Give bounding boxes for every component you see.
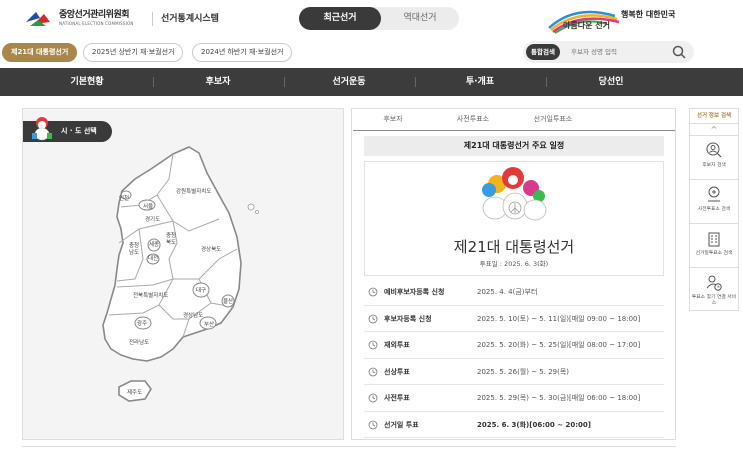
- clock-icon: [368, 340, 378, 350]
- recent-election-tab[interactable]: 최근선거: [299, 7, 381, 30]
- tab-candidates[interactable]: 후보자: [353, 114, 433, 124]
- search-icon[interactable]: [672, 45, 686, 59]
- nec-logo-icon: [26, 12, 50, 26]
- nav-candidates[interactable]: 후보자: [153, 68, 283, 96]
- region-gwangju[interactable]: 광주: [137, 319, 147, 327]
- search-tag: 통합검색: [526, 44, 560, 60]
- election-period-toggle: 최근선거 역대선거: [299, 7, 459, 30]
- subtab-2024-second-half[interactable]: 2024년 하반기 재·보궐선거: [192, 43, 293, 62]
- quick-early-voting-search[interactable]: 사전투표소 검색: [690, 180, 738, 224]
- schedule-item-name: 후보자등록 신청: [384, 314, 432, 323]
- schedule-item-date: 2025. 6. 3(화)[06:00 ~ 20:00]: [477, 420, 591, 429]
- quick-polling-place-service[interactable]: 투표소 찾기 연결 서비스: [690, 268, 738, 312]
- slogan-logo: 아름다운 선거 행복한 대한민국: [545, 6, 680, 34]
- quick-item-label: 후보자 검색: [702, 163, 726, 168]
- subtab-21st-presidential[interactable]: 제21대 대통령선거: [2, 43, 78, 62]
- org-name-en: NATIONAL ELECTION COMMISSION: [59, 20, 134, 26]
- region-gyeongnam[interactable]: 경상남도: [183, 311, 203, 319]
- main-nav: 기본현황 후보자 선거운동 투·개표 당선인: [0, 68, 743, 96]
- clock-icon: [368, 367, 378, 376]
- region-daejeon[interactable]: 대전: [148, 254, 158, 262]
- schedule-item-date: 2025. 4. 4(금)부터: [477, 288, 538, 296]
- nav-campaign[interactable]: 선거운동: [284, 68, 414, 96]
- election-banner: 제21대 대통령선거 투표일 : 2025. 6. 3(화): [364, 161, 664, 276]
- past-election-tab[interactable]: 역대선거: [381, 7, 459, 30]
- region-gyeongbuk[interactable]: 경상북도: [201, 245, 221, 253]
- schedule-item-name: 예비후보자등록 신청: [384, 288, 445, 296]
- region-map-panel: 시 · 도 선택 서울 인천 경기도 강원특별자치도 충청남도 세종 충청북도 …: [22, 108, 344, 440]
- clock-icon: [368, 393, 378, 403]
- schedule-list: 예비후보자등록 신청 2025. 4. 4(금)부터 후보자등록 신청 2025…: [364, 279, 664, 438]
- person-search-icon: [706, 142, 722, 158]
- building-icon: [708, 232, 720, 247]
- clock-icon: [368, 287, 378, 297]
- person-clock-icon: [706, 275, 722, 291]
- schedule-row: 사전투표 2025. 5. 29(목) ~ 5. 30(금)[매일 06:00 …: [364, 385, 664, 412]
- footer-divider: [22, 446, 676, 447]
- quick-item-label: 투표소 찾기 연결 서비스: [691, 295, 737, 306]
- schedule-item-date: 2025. 5. 26(월) ~ 5. 29(목): [477, 367, 570, 376]
- quick-candidate-search[interactable]: 후보자 검색: [690, 136, 738, 180]
- region-chungnam[interactable]: 충청남도: [129, 243, 143, 257]
- clock-icon: [368, 420, 378, 429]
- tab-early-voting-place[interactable]: 사전투표소: [433, 114, 513, 124]
- schedule-item-date: 2025. 5. 29(목) ~ 5. 30(금)[매일 06:00 ~ 18:…: [477, 394, 641, 402]
- region-ulsan[interactable]: 울산: [223, 297, 233, 305]
- schedule-row: 선거일 투표 2025. 6. 3(화)[06:00 ~ 20:00]: [364, 412, 664, 438]
- schedule-row: 재외투표 2025. 5. 20(화) ~ 5. 25(일)[매일 08:00 …: [364, 332, 664, 359]
- mascots-illustration: [482, 167, 547, 221]
- quick-item-label: 선거일투표소 검색: [695, 251, 733, 256]
- region-jeju[interactable]: 제주도: [127, 388, 142, 396]
- location-search-icon: [708, 186, 720, 202]
- schedule-row: 예비후보자등록 신청 2025. 4. 4(금)부터: [364, 279, 664, 306]
- slogan-b: 행복한 대한민국: [621, 10, 676, 19]
- nec-logo[interactable]: 중앙선거관리위원회 NATIONAL ELECTION COMMISSION: [24, 8, 134, 28]
- schedule-item-name: 선거일 투표: [384, 420, 419, 429]
- region-busan[interactable]: 부산: [204, 320, 214, 328]
- region-sejong[interactable]: 세종: [149, 240, 159, 248]
- nav-voting-counting[interactable]: 투·개표: [415, 68, 545, 96]
- schedule-row: 선상투표 2025. 5. 26(월) ~ 5. 29(목): [364, 359, 664, 385]
- schedule-item-date: 2025. 5. 10(토) ~ 5. 11(일)[매일 09:00 ~ 18:…: [477, 314, 641, 323]
- schedule-tabs: 후보자 사전투표소 선거일투표소: [353, 111, 675, 131]
- region-jeonnam[interactable]: 전라남도: [129, 338, 149, 346]
- slogan-a: 아름다운 선거: [563, 21, 610, 30]
- quick-election-day-search[interactable]: 선거일투표소 검색: [690, 224, 738, 268]
- quick-item-label: 사전투표소 검색: [697, 207, 731, 212]
- schedule-item-date: 2025. 5. 20(화) ~ 5. 25(일)[매일 08:00 ~ 17:…: [477, 341, 641, 349]
- subtab-2025-first-half[interactable]: 2025년 상반기 재·보궐선거: [83, 43, 184, 62]
- system-name: 선거통계시스템: [152, 12, 219, 26]
- schedule-row: 후보자등록 신청 2025. 5. 10(토) ~ 5. 11(일)[매일 09…: [364, 306, 664, 332]
- region-seoul[interactable]: 서울: [143, 202, 153, 210]
- region-gangwon[interactable]: 강원특별자치도: [176, 187, 211, 195]
- nav-basic-status[interactable]: 기본현황: [22, 68, 152, 96]
- tab-election-day-place[interactable]: 선거일투표소: [513, 114, 593, 124]
- banner-date: 투표일 : 2025. 6. 3(화): [479, 260, 549, 268]
- candidate-search-input[interactable]: [571, 44, 671, 60]
- region-gyeonggi[interactable]: 경기도: [145, 215, 160, 223]
- schedule-item-name: 재외투표: [384, 341, 410, 349]
- top-header: 중앙선거관리위원회 NATIONAL ELECTION COMMISSION 선…: [0, 0, 743, 38]
- integrated-search: 통합검색: [523, 41, 694, 63]
- nav-winners[interactable]: 당선인: [546, 68, 676, 96]
- banner-title: 제21대 대통령선거: [453, 238, 575, 256]
- clock-icon: [368, 314, 378, 323]
- schedule-item-name: 선상투표: [384, 367, 410, 376]
- org-name: 중앙선거관리위원회: [59, 9, 130, 20]
- region-daegu[interactable]: 대구: [196, 286, 206, 294]
- region-jeonbuk[interactable]: 전북특별자치도: [133, 291, 168, 299]
- quick-search-menu: 선거 정보 검색 ^ 후보자 검색 사전투표소 검색 선거일투표소 검색 투표소…: [689, 108, 739, 311]
- region-incheon[interactable]: 인천: [119, 194, 129, 202]
- quick-menu-header: 선거 정보 검색: [690, 109, 738, 124]
- schedule-title: 제21대 대통령선거 주요 일정: [364, 136, 664, 156]
- schedule-panel: 후보자 사전투표소 선거일투표소 제21대 대통령선거 주요 일정 제21대 대…: [351, 108, 676, 440]
- schedule-item-name: 사전투표: [384, 394, 410, 402]
- chevron-up-icon[interactable]: ^: [690, 124, 738, 136]
- region-chungbuk[interactable]: 충청북도: [166, 233, 180, 247]
